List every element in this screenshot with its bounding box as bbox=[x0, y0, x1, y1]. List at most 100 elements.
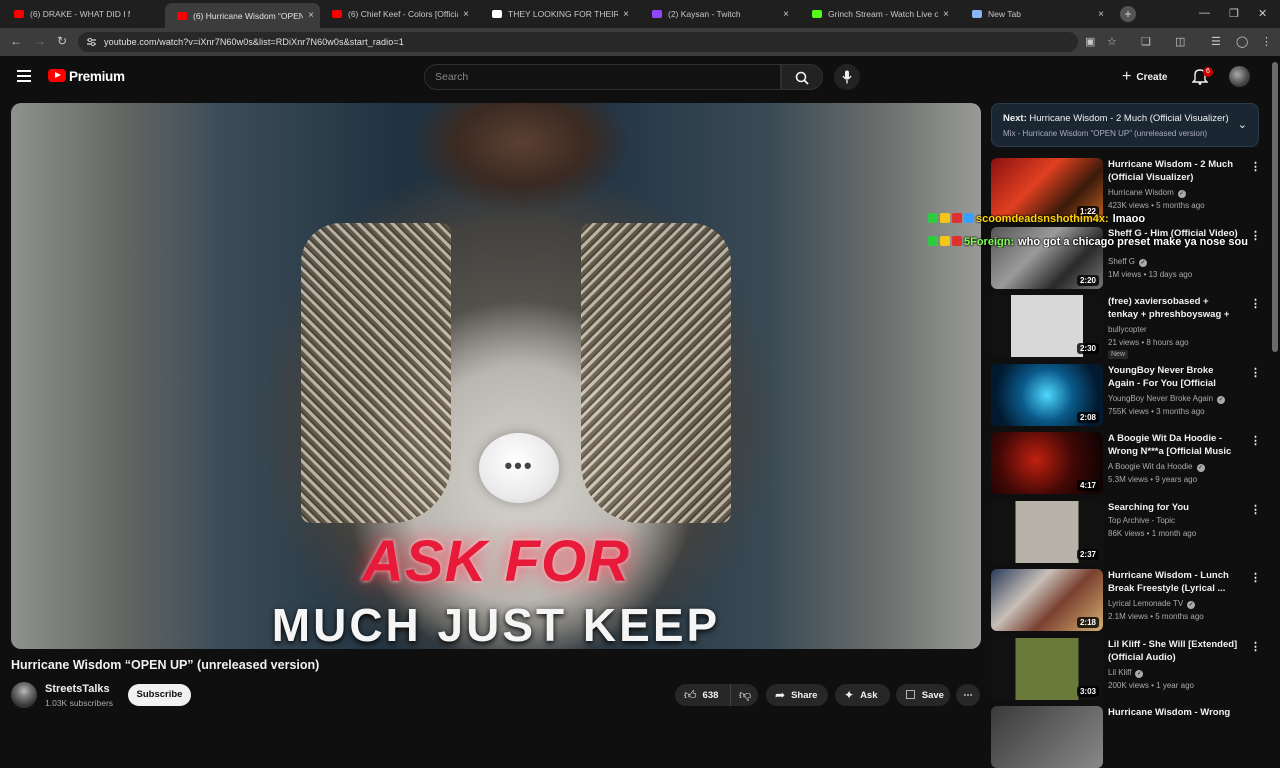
tab-title: THEY LOOKING FOR THEIR OP bbox=[508, 9, 618, 19]
next-up-panel[interactable]: Next: Hurricane Wisdom - 2 Much (Officia… bbox=[991, 103, 1259, 147]
new-tab-button[interactable]: + bbox=[1120, 6, 1136, 22]
recommendation-channel[interactable]: Top Archive - Topic bbox=[1108, 516, 1175, 525]
recommendation-item[interactable]: 2:30 (free) xaviersobased + tenkay + phre… bbox=[991, 295, 1261, 359]
browser-tab[interactable]: THEY LOOKING FOR THEIR OP × bbox=[480, 3, 635, 25]
recommendation-title[interactable]: A Boogie Wit Da Hoodie - Wrong N***a [Of… bbox=[1108, 432, 1240, 459]
browser-tab[interactable]: Grinch Stream - Watch Live on × bbox=[800, 3, 955, 25]
duration-badge: 3:03 bbox=[1076, 685, 1099, 697]
minimize-icon[interactable]: — bbox=[1199, 7, 1210, 19]
back-icon[interactable]: ← bbox=[10, 34, 22, 48]
video-thumbnail[interactable]: 3:03 bbox=[991, 637, 1103, 700]
recommendation-item[interactable]: 3:03 Lil Kliff - She Will [Extended] (Off… bbox=[991, 637, 1261, 700]
browser-tab[interactable]: (6) DRAKE - WHAT DID I MISS bbox=[2, 3, 147, 25]
tab-close-icon[interactable]: × bbox=[623, 9, 629, 20]
more-options-icon[interactable]: ⋮ bbox=[1250, 434, 1261, 447]
search-button[interactable] bbox=[781, 64, 823, 90]
tab-favicon-icon bbox=[14, 10, 24, 18]
recommendation-title[interactable]: YoungBoy Never Broke Again - For You [Of… bbox=[1108, 364, 1240, 391]
recommendation-item[interactable]: 2:08 YoungBoy Never Broke Again - For You… bbox=[991, 363, 1261, 426]
url-text[interactable]: youtube.com/watch?v=iXnr7N60w0s&list=RDi… bbox=[104, 37, 404, 47]
recommendation-item[interactable]: Hurricane Wisdom - Wrong bbox=[991, 706, 1261, 768]
dislike-button[interactable]: 👎︎ bbox=[731, 684, 757, 706]
video-thumbnail[interactable]: 2:30 bbox=[991, 295, 1103, 357]
browser-tab[interactable]: (6) Hurricane Wisdom “OPEN UP × bbox=[165, 3, 320, 28]
voice-search-button[interactable] bbox=[834, 64, 860, 90]
video-thumbnail[interactable]: 2:18 bbox=[991, 569, 1103, 631]
recommendation-item[interactable]: 2:18 Hurricane Wisdom - Lunch Break Frees… bbox=[991, 569, 1261, 631]
browser-tab[interactable]: (6) Chief Keef - Colors [Official × bbox=[320, 3, 475, 25]
tab-close-icon[interactable]: × bbox=[463, 9, 469, 20]
more-options-icon[interactable]: ⋮ bbox=[1250, 503, 1261, 516]
extensions-icon[interactable]: ❏ bbox=[1141, 35, 1151, 48]
recommendation-channel[interactable]: Hurricane Wisdom ✓ bbox=[1108, 188, 1186, 198]
tab-close-icon[interactable]: × bbox=[943, 9, 949, 20]
install-icon[interactable]: ▣ bbox=[1085, 35, 1095, 48]
recommendation-title[interactable]: (free) xaviersobased + tenkay + phreshbo… bbox=[1108, 295, 1240, 322]
browser-tab[interactable]: New Tab × bbox=[960, 3, 1110, 25]
save-button[interactable]: ☐ Save bbox=[896, 684, 950, 706]
browser-menu-icon[interactable]: ⋮ bbox=[1261, 35, 1272, 48]
more-actions-button[interactable]: ⋯ bbox=[956, 684, 980, 706]
subscribe-button[interactable]: Subscribe bbox=[128, 684, 191, 706]
recommendation-meta: 86K views • 1 month ago bbox=[1108, 528, 1197, 538]
hamburger-menu-icon[interactable] bbox=[17, 70, 31, 85]
tab-close-icon[interactable]: × bbox=[1098, 9, 1104, 20]
chat-text: who got a chicago preset make ya nose so… bbox=[1018, 236, 1248, 248]
video-thumbnail[interactable] bbox=[991, 706, 1103, 768]
account-avatar[interactable] bbox=[1229, 66, 1250, 87]
chevron-down-icon[interactable]: ⌄ bbox=[1238, 118, 1247, 131]
recommendation-channel[interactable]: Sheff G ✓ bbox=[1108, 257, 1147, 267]
split-view-icon[interactable]: ◫ bbox=[1175, 35, 1185, 48]
recommendation-meta: 755K views • 3 months ago bbox=[1108, 406, 1205, 416]
more-options-icon[interactable]: ⋮ bbox=[1250, 366, 1261, 379]
recommendation-channel[interactable]: A Boogie Wit da Hoodie ✓ bbox=[1108, 462, 1205, 472]
channel-avatar[interactable] bbox=[11, 682, 37, 708]
page-scrollbar[interactable] bbox=[1272, 62, 1278, 352]
recommendation-title[interactable]: Hurricane Wisdom - Wrong bbox=[1108, 706, 1240, 719]
tab-close-icon[interactable]: × bbox=[308, 10, 314, 21]
recommendation-title[interactable]: Searching for You bbox=[1108, 501, 1240, 514]
tab-title: (6) Chief Keef - Colors [Official bbox=[348, 9, 458, 19]
tab-close-icon[interactable]: × bbox=[783, 9, 789, 20]
youtube-logo-icon[interactable] bbox=[48, 69, 66, 82]
recommendation-title[interactable]: Lil Kliff - She Will [Extended] (Officia… bbox=[1108, 638, 1240, 664]
search-icon bbox=[795, 71, 809, 85]
video-thumbnail[interactable]: 1:22 bbox=[991, 158, 1103, 220]
recommendation-title[interactable]: Hurricane Wisdom - Lunch Break Freestyle… bbox=[1108, 569, 1240, 595]
channel-label: YoungBoy Never Broke Again bbox=[1108, 393, 1214, 403]
video-thumbnail[interactable]: 2:37 bbox=[991, 500, 1103, 563]
share-button[interactable]: ➦ Share bbox=[766, 684, 828, 706]
reload-icon[interactable]: ↻ bbox=[57, 34, 67, 48]
create-button[interactable]: + Create bbox=[1122, 66, 1167, 88]
recommendation-item[interactable]: 2:37 Searching for You Top Archive - Topic… bbox=[991, 500, 1261, 563]
more-options-icon[interactable]: ⋮ bbox=[1250, 571, 1261, 584]
recommendation-channel[interactable]: Lil Kliff ✓ bbox=[1108, 668, 1144, 678]
forward-icon[interactable]: → bbox=[34, 34, 46, 48]
like-button[interactable]: 👍︎ 638 bbox=[675, 684, 731, 706]
media-control-icon[interactable]: ☰ bbox=[1211, 35, 1221, 48]
site-info-icon[interactable] bbox=[86, 37, 97, 47]
video-player[interactable]: ••• ASK FOR MUCH JUST KEEP bbox=[11, 103, 981, 649]
video-thumbnail[interactable]: 4:17 bbox=[991, 432, 1103, 494]
browser-tab[interactable]: (2) Kaysan - Twitch × bbox=[640, 3, 795, 25]
youtube-premium-wordmark[interactable]: Premium bbox=[69, 69, 125, 84]
video-thumbnail[interactable]: 2:08 bbox=[991, 363, 1103, 426]
recommendation-channel[interactable]: YoungBoy Never Broke Again ✓ bbox=[1108, 393, 1226, 404]
ask-button[interactable]: ✦ Ask bbox=[835, 684, 890, 706]
profile-icon[interactable]: ◯ bbox=[1236, 35, 1248, 48]
close-window-icon[interactable]: ✕ bbox=[1258, 7, 1267, 20]
bubble-dots: ••• bbox=[504, 453, 534, 478]
verified-check-icon: ✓ bbox=[1196, 464, 1205, 472]
channel-name[interactable]: StreetsTalks bbox=[45, 683, 110, 695]
more-options-icon[interactable]: ⋮ bbox=[1250, 297, 1261, 310]
recommendation-item[interactable]: 1:22 Hurricane Wisdom - 2 Much (Official … bbox=[991, 158, 1261, 220]
recommendation-title[interactable]: Hurricane Wisdom - 2 Much (Official Visu… bbox=[1108, 158, 1240, 184]
maximize-icon[interactable]: ❐ bbox=[1229, 7, 1239, 20]
bookmark-star-icon[interactable]: ☆ bbox=[1107, 35, 1117, 48]
recommendation-item[interactable]: 4:17 A Boogie Wit Da Hoodie - Wrong N***a… bbox=[991, 432, 1261, 494]
more-options-icon[interactable]: ⋮ bbox=[1250, 640, 1261, 653]
more-options-icon[interactable]: ⋮ bbox=[1250, 160, 1261, 173]
search-input[interactable]: Search bbox=[424, 64, 781, 90]
recommendation-channel[interactable]: bullycopter bbox=[1108, 325, 1147, 334]
recommendation-channel[interactable]: Lyrical Lemonade TV ✓ bbox=[1108, 599, 1196, 609]
